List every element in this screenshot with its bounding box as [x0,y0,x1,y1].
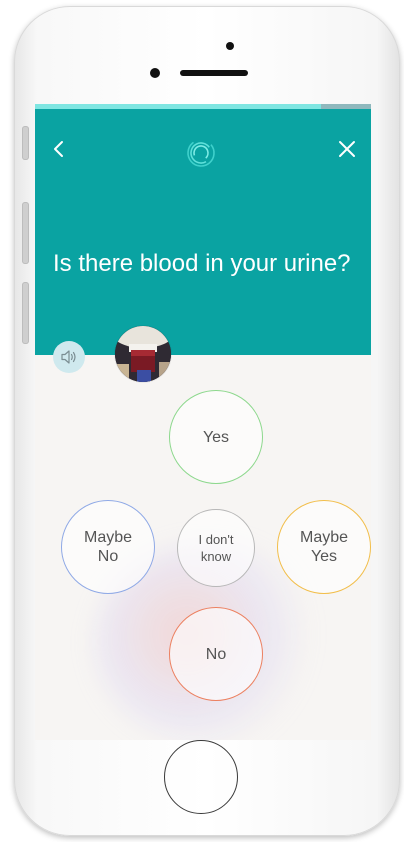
question-text: Is there blood in your urine? [53,250,351,277]
answer-dont-know-line1: I don't [198,532,234,547]
spiral-logo-icon [183,135,219,171]
answer-maybe-no-line2: No [97,548,119,565]
back-button[interactable] [49,135,69,163]
answer-no-button[interactable]: No [169,607,263,701]
chevron-left-icon [54,141,63,157]
speaker-icon [61,350,76,364]
home-button[interactable] [164,740,238,814]
answer-maybe-no-label: Maybe No [84,528,132,566]
question-header: Is there blood in your urine? [35,109,371,355]
answer-maybe-no-button[interactable]: Maybe No [61,500,155,594]
answer-maybe-yes-line2: Yes [310,548,338,565]
answer-maybe-no-line1: Maybe [83,529,133,546]
volume-up-button [22,202,29,264]
answer-dont-know-line2: know [200,549,232,564]
close-button[interactable] [335,137,359,161]
answer-dont-know-label: I don't know [198,531,233,565]
answer-maybe-yes-line1: Maybe [299,529,349,546]
app-screen: Is there blood in your urine? Yes Maybe … [35,104,371,740]
front-camera [150,68,160,78]
answer-maybe-yes-label: Maybe Yes [300,528,348,566]
answer-dont-know-button[interactable]: I don't know [177,509,255,587]
mute-switch [22,126,29,160]
close-icon [339,141,355,157]
answer-yes-label: Yes [202,428,230,446]
earpiece-speaker [180,70,248,76]
volume-down-button [22,282,29,344]
avatar [115,326,171,382]
answer-no-label: No [205,645,227,663]
answer-maybe-yes-button[interactable]: Maybe Yes [277,500,371,594]
audio-button[interactable] [53,341,85,373]
proximity-sensor [226,42,234,50]
answer-yes-button[interactable]: Yes [169,390,263,484]
